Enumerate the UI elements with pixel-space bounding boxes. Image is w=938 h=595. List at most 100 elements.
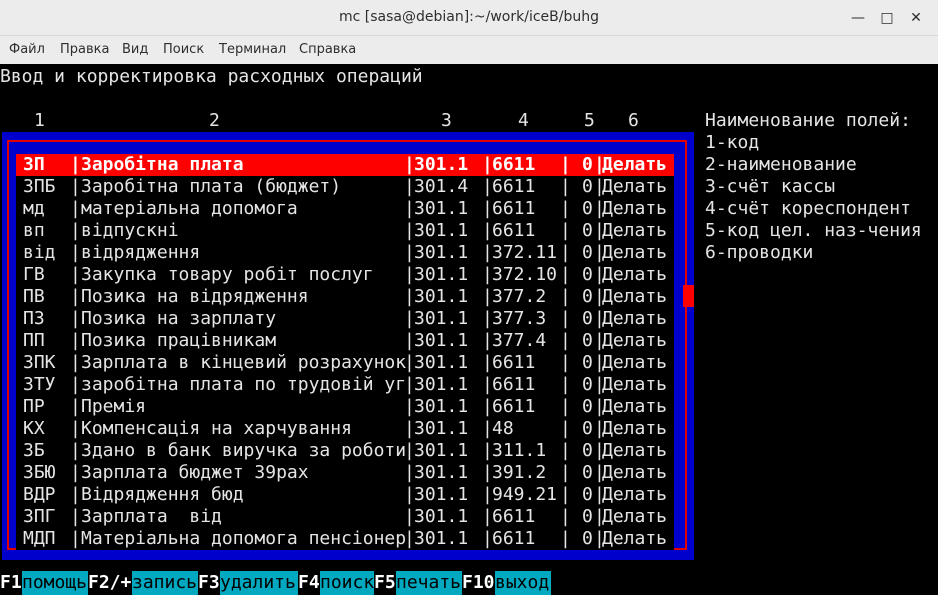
column-separator: |	[560, 220, 571, 241]
name-cell: відпускні	[81, 220, 179, 241]
terminal-area[interactable]: Ввод и корректировка расходных операций …	[0, 64, 938, 595]
name-cell: заробітна плата по трудовій уг	[81, 374, 407, 395]
purpose-code-cell: 0	[582, 308, 593, 329]
menu-view[interactable]: Вид	[122, 42, 148, 57]
table-row[interactable]: мд | матеріальна допомога | 301.1 | 6611 | 0 | Дел…	[16, 198, 674, 220]
fkey-1-key[interactable]: F1	[0, 571, 22, 595]
correspondent-account-cell: 48	[492, 418, 514, 439]
name-cell: Закупка товару робіт послуг	[81, 264, 374, 285]
code-cell: ЗПК	[23, 352, 56, 373]
fkey-1-label[interactable]: помощь	[22, 571, 88, 595]
purpose-code-cell: 0	[582, 462, 593, 483]
menu-help[interactable]: Справка	[299, 42, 356, 57]
column-number-6: 6	[628, 110, 639, 131]
cash-account-cell: 301.1	[414, 286, 469, 307]
menu-terminal[interactable]: Терминал	[219, 42, 286, 57]
code-cell: ПР	[23, 396, 45, 417]
column-separator: |	[560, 374, 571, 395]
table-row[interactable]: ЗПК | Зарплата в кінцевий розрахунок | 301.1…	[16, 352, 674, 374]
fkey-4-key[interactable]: F4	[298, 571, 320, 595]
correspondent-account-cell: 372.10	[492, 264, 558, 285]
correspondent-account-cell: 949.21	[492, 484, 558, 505]
fkey-4-label[interactable]: поиск	[320, 571, 374, 595]
column-separator: |	[560, 462, 571, 483]
menu-edit[interactable]: Правка	[60, 42, 109, 57]
menu-bar: Файл Правка Вид Поиск Терминал Справка	[0, 36, 938, 64]
fkey-5-key[interactable]: F5	[374, 571, 396, 595]
postings-cell: Делать	[602, 176, 668, 197]
operations-list[interactable]: ЗП | Заробітна плата | 301.1 | 6611 | 0 | Делать ЗП…	[16, 154, 674, 550]
table-row[interactable]: ПЗ | Позика на зарплату | 301.1 | 377.3 | 0 | Дела…	[16, 308, 674, 330]
column-number-4: 4	[518, 110, 529, 131]
column-separator: |	[70, 198, 81, 219]
postings-cell: Делать	[602, 440, 668, 461]
column-number-3: 3	[441, 110, 452, 131]
close-icon[interactable]: ✕	[906, 8, 926, 28]
code-cell: від	[23, 242, 56, 263]
code-cell: ЗБЮ	[23, 462, 56, 483]
cash-account-cell: 301.1	[414, 528, 469, 549]
name-cell: Заробітна плата	[81, 154, 244, 175]
correspondent-account-cell: 6611	[492, 176, 536, 197]
minimize-icon[interactable]: —	[848, 8, 868, 28]
table-row[interactable]: ЗБ | Здано в банк виручка за роботи | 301.1 |…	[16, 440, 674, 462]
table-row[interactable]: ВДР | Відрядження бюд | 301.1 | 949.21 | 0 | Делат…	[16, 484, 674, 506]
table-row[interactable]: ПП | Позика працівникам | 301.1 | 377.4 | 0 | Дела…	[16, 330, 674, 352]
table-row[interactable]: КХ | Компенсація на харчування | 301.1 | 48 | 0 |…	[16, 418, 674, 440]
table-row[interactable]: ЗБЮ | Зарплата бюджет 39рах | 301.1 | 391.2 | 0 |…	[16, 462, 674, 484]
correspondent-account-cell: 6611	[492, 154, 536, 175]
cash-account-cell: 301.1	[414, 374, 469, 395]
name-cell: Позика працівникам	[81, 330, 277, 351]
menu-file[interactable]: Файл	[9, 42, 45, 57]
purpose-code-cell: 0	[582, 176, 593, 197]
column-separator: |	[70, 396, 81, 417]
table-row[interactable]: ПР | Премія | 301.1 | 6611 | 0 | Делать	[16, 396, 674, 418]
menu-search[interactable]: Поиск	[163, 42, 204, 57]
name-cell: Зарплата бюджет 39рах	[81, 462, 309, 483]
correspondent-account-cell: 6611	[492, 506, 536, 527]
postings-cell: Делать	[602, 330, 668, 351]
table-row[interactable]: МДП | Матеріальна допомога пенсіонер | 301.1…	[16, 528, 674, 550]
correspondent-account-cell: 377.4	[492, 330, 547, 351]
name-cell: Позика на зарплату	[81, 308, 277, 329]
column-separator: |	[70, 462, 81, 483]
fkey-6-label[interactable]: выход	[495, 571, 551, 595]
screen-heading: Ввод и корректировка расходных операций	[0, 66, 423, 87]
column-number-2: 2	[209, 110, 220, 131]
column-separator: |	[70, 242, 81, 263]
code-cell: МДП	[23, 528, 56, 549]
table-row[interactable]: вп | відпускні | 301.1 | 6611 | 0 | Делать	[16, 220, 674, 242]
legend-item-6: 6-проводки	[705, 242, 814, 263]
scrollbar-thumb[interactable]	[683, 285, 694, 307]
fkey-2-label[interactable]: запись	[132, 571, 198, 595]
name-cell: матеріальна допомога	[81, 198, 298, 219]
fkey-3-key[interactable]: F3	[198, 571, 220, 595]
code-cell: ЗПГ	[23, 506, 56, 527]
fkey-3-label[interactable]: удалить	[220, 571, 298, 595]
correspondent-account-cell: 311.1	[492, 440, 547, 461]
cash-account-cell: 301.1	[414, 308, 469, 329]
table-row[interactable]: ЗПБ | Заробітна плата (бюджет) | 301.4 | 6611 |…	[16, 176, 674, 198]
column-separator: |	[560, 330, 571, 351]
code-cell: ПЗ	[23, 308, 45, 329]
table-row[interactable]: ГВ | Закупка товару робіт послуг | 301.1 | 372…	[16, 264, 674, 286]
fkey-6-key[interactable]: F10	[462, 571, 495, 595]
table-row[interactable]: від | відрядження | 301.1 | 372.11 | 0 | Делать	[16, 242, 674, 264]
operations-panel: ЗП | Заробітна плата | 301.1 | 6611 | 0 | Делать ЗП…	[2, 132, 694, 560]
table-row[interactable]: ПВ | Позика на відрядження | 301.1 | 377.2 | 0 | Д…	[16, 286, 674, 308]
table-row[interactable]: ЗТУ | заробітна плата по трудовій уг | 301.1…	[16, 374, 674, 396]
table-row[interactable]: ЗП | Заробітна плата | 301.1 | 6611 | 0 | Делать	[16, 154, 674, 176]
fkey-5-label[interactable]: печать	[396, 571, 462, 595]
column-separator: |	[70, 154, 81, 175]
maximize-icon[interactable]: □	[877, 8, 897, 28]
purpose-code-cell: 0	[582, 440, 593, 461]
table-row[interactable]: ЗПГ | Зарплата від | 301.1 | 6611 | 0 | Делать	[16, 506, 674, 528]
cash-account-cell: 301.1	[414, 220, 469, 241]
fkey-2-key[interactable]: F2/+	[88, 571, 131, 595]
postings-cell: Делать	[602, 528, 668, 549]
code-cell: мд	[23, 198, 45, 219]
purpose-code-cell: 0	[582, 374, 593, 395]
column-separator: |	[560, 264, 571, 285]
column-separator: |	[560, 506, 571, 527]
postings-cell: Делать	[602, 396, 668, 417]
